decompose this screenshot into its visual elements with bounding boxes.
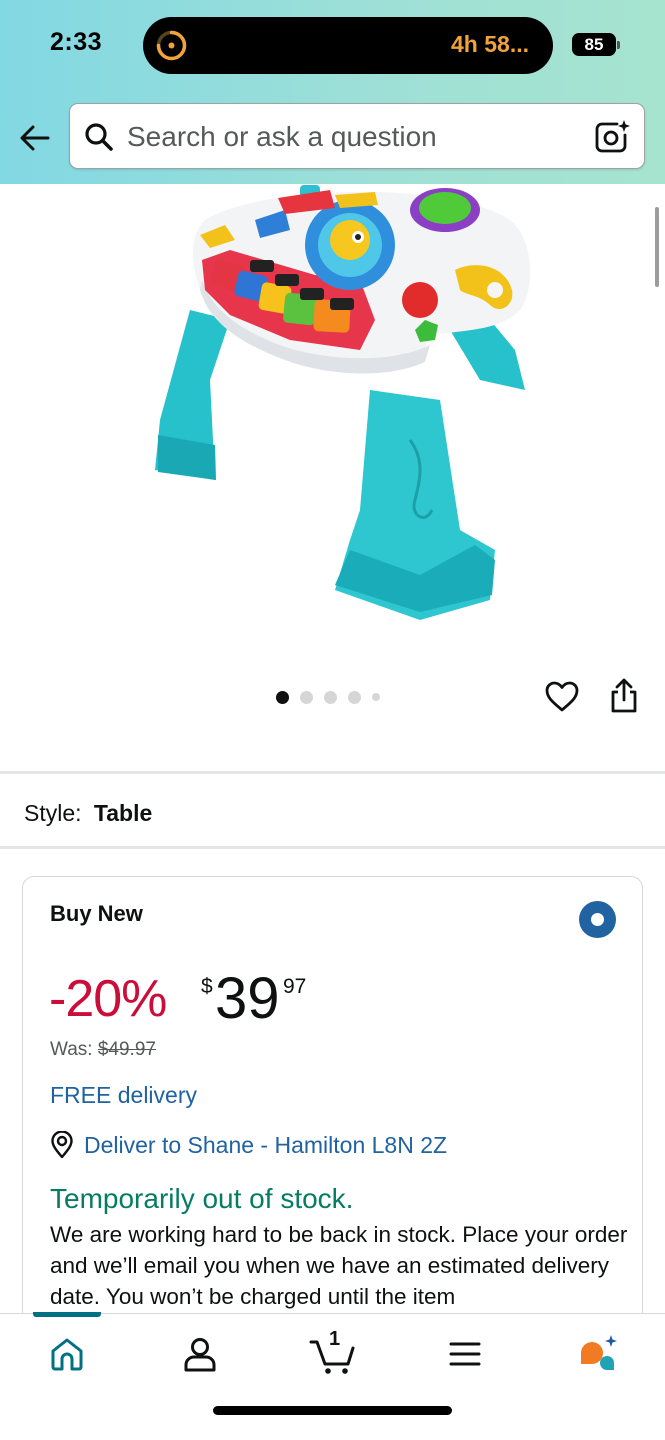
- back-arrow-icon[interactable]: [17, 120, 53, 156]
- product-image[interactable]: [120, 180, 550, 630]
- search-icon: [85, 123, 113, 151]
- style-value: Table: [93, 800, 153, 826]
- pagination-dot[interactable]: [324, 690, 337, 704]
- bottom-nav: 1: [0, 1312, 665, 1440]
- location-pin-icon: [51, 1131, 73, 1159]
- price-currency: $: [201, 975, 213, 998]
- dynamic-island[interactable]: 4h 58...: [143, 17, 553, 74]
- scrollbar-thumb[interactable]: [655, 207, 659, 287]
- was-label: Was:: [50, 1039, 93, 1060]
- cart-count-badge: 1: [329, 1328, 341, 1350]
- section-divider: [0, 846, 665, 849]
- account-icon[interactable]: [178, 1332, 222, 1376]
- free-delivery-link[interactable]: FREE delivery: [50, 1082, 197, 1109]
- pagination-dot[interactable]: [348, 690, 361, 704]
- search-input[interactable]: [127, 116, 577, 158]
- menu-icon[interactable]: [443, 1332, 487, 1376]
- top-header: 2:33 4h 58... 85: [0, 0, 665, 184]
- buy-new-title: Buy New: [50, 901, 143, 926]
- buy-new-radio[interactable]: [579, 901, 616, 938]
- style-selector[interactable]: Style: Table: [24, 800, 152, 827]
- activity-timer: 4h 58...: [451, 31, 529, 57]
- battery-level: 85: [584, 35, 604, 54]
- heart-icon[interactable]: [544, 679, 580, 715]
- price-whole: 39: [215, 966, 280, 1031]
- deliver-to-link[interactable]: Deliver to Shane - Hamilton L8N 2Z: [50, 1130, 447, 1160]
- image-pagination[interactable]: [276, 690, 380, 704]
- active-tab-indicator: [33, 1312, 101, 1317]
- share-icon[interactable]: [608, 678, 640, 714]
- timer-ring-icon: [156, 30, 187, 61]
- section-divider: [0, 771, 665, 774]
- price-fraction: 97: [283, 975, 307, 998]
- was-price: Was: $49.97: [50, 1039, 156, 1061]
- cart-button[interactable]: 1: [308, 1328, 358, 1376]
- status-time: 2:33: [50, 28, 103, 56]
- deliver-to-text: Deliver to Shane - Hamilton L8N 2Z: [84, 1131, 448, 1158]
- pagination-dot[interactable]: [372, 693, 380, 701]
- stock-message: We are working hard to be back in stock.…: [50, 1222, 628, 1309]
- style-label: Style:: [24, 800, 82, 826]
- search-bar[interactable]: [69, 103, 645, 169]
- home-icon[interactable]: [45, 1332, 89, 1376]
- battery-icon: 85: [572, 33, 620, 56]
- was-price-value: $49.97: [97, 1039, 156, 1060]
- pagination-dot[interactable]: [300, 690, 313, 704]
- discount-percent: -20%: [49, 970, 167, 1028]
- pagination-dot[interactable]: [276, 690, 289, 704]
- camera-lens-icon[interactable]: [594, 119, 630, 155]
- rufus-assistant-icon[interactable]: [576, 1332, 620, 1376]
- stock-status: Temporarily out of stock.: [50, 1183, 354, 1214]
- home-indicator[interactable]: [213, 1406, 452, 1415]
